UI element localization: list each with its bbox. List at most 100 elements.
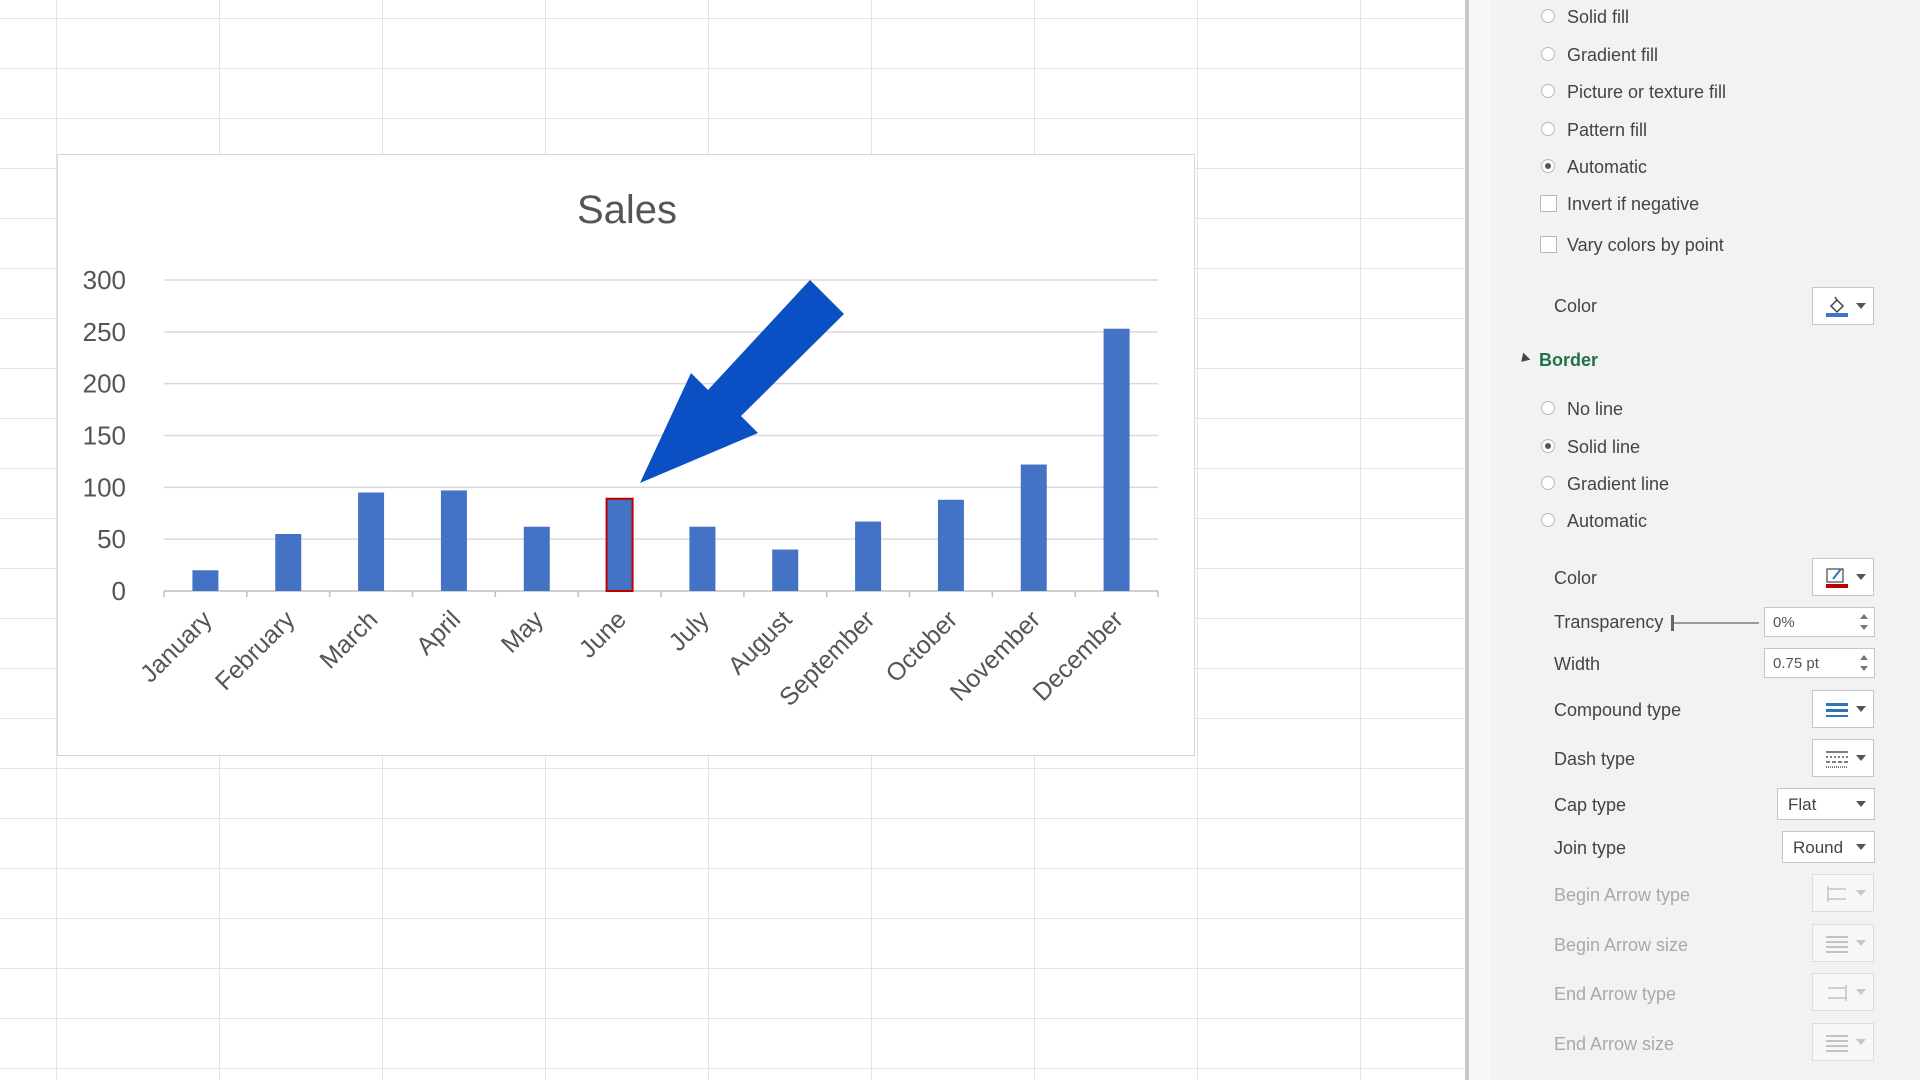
border-section-heading[interactable]: Border bbox=[1539, 350, 1598, 371]
x-tick-label: October bbox=[880, 605, 963, 688]
chevron-down-icon bbox=[1856, 1039, 1866, 1045]
automatic-line-label: Automatic bbox=[1567, 511, 1648, 531]
spin-down-icon[interactable] bbox=[1860, 666, 1868, 671]
paint-bucket-icon bbox=[1826, 296, 1848, 317]
pattern-fill-label: Pattern fill bbox=[1567, 120, 1648, 140]
chevron-down-icon bbox=[1856, 844, 1866, 850]
radio-automatic-fill[interactable] bbox=[1541, 159, 1555, 173]
spin-up-icon[interactable] bbox=[1860, 614, 1868, 619]
bar-april bbox=[440, 490, 467, 591]
width-spinner[interactable]: 0.75 pt bbox=[1764, 648, 1875, 678]
pen-icon bbox=[1826, 568, 1848, 588]
arrow-type-icon bbox=[1827, 886, 1846, 902]
radio-automatic-line[interactable] bbox=[1541, 513, 1555, 527]
chart-canvas: Sales050100150200250300JanuaryFebruary Ma… bbox=[83, 188, 1159, 712]
bar-september bbox=[855, 521, 882, 591]
bar-october bbox=[937, 499, 964, 591]
x-tick-label: June bbox=[574, 605, 632, 663]
gradient-line-label: Gradient line bbox=[1567, 474, 1670, 494]
transparency-slider-thumb[interactable] bbox=[1671, 615, 1674, 631]
border-color-button[interactable] bbox=[1812, 558, 1874, 596]
chart-title: Sales bbox=[577, 188, 677, 232]
fill-color-button[interactable] bbox=[1812, 287, 1874, 325]
x-tick-label: July bbox=[663, 605, 715, 657]
end-arrow-type-label: End Arrow type bbox=[1554, 984, 1677, 1004]
compound-lines-icon bbox=[1826, 703, 1848, 717]
chevron-down-icon bbox=[1856, 940, 1866, 946]
vary-colors-label: Vary colors by point bbox=[1567, 235, 1724, 255]
solid-fill-label: Solid fill bbox=[1567, 7, 1630, 27]
join-type-dropdown[interactable]: Round bbox=[1782, 831, 1875, 863]
no-line-label: No line bbox=[1567, 399, 1624, 419]
gradient-fill-label: Gradient fill bbox=[1567, 45, 1659, 65]
join-type-value: Round bbox=[1793, 838, 1844, 857]
transparency-label: Transparency bbox=[1554, 612, 1664, 632]
radio-no-line[interactable] bbox=[1541, 401, 1555, 415]
chevron-down-icon bbox=[1856, 303, 1866, 309]
y-tick-label: 150 bbox=[83, 421, 126, 451]
compound-type-button[interactable] bbox=[1812, 690, 1874, 728]
x-tick-label: March bbox=[314, 605, 383, 674]
bar-december bbox=[1103, 328, 1130, 591]
radio-gradient-fill[interactable] bbox=[1541, 47, 1555, 61]
chevron-down-icon bbox=[1856, 706, 1866, 712]
end-arrow-size-label: End Arrow size bbox=[1554, 1034, 1675, 1054]
transparency-slider-track[interactable] bbox=[1673, 622, 1759, 624]
collapse-triangle-icon[interactable] bbox=[1517, 352, 1531, 366]
x-tick-label: May bbox=[496, 605, 550, 659]
y-tick-label: 0 bbox=[112, 576, 126, 606]
y-tick-label: 250 bbox=[83, 317, 126, 347]
begin-arrow-size-button bbox=[1812, 924, 1874, 962]
x-tick-label: April bbox=[411, 605, 466, 660]
radio-solid-line[interactable] bbox=[1541, 439, 1555, 453]
chevron-down-icon bbox=[1856, 755, 1866, 761]
end-arrow-type-button bbox=[1812, 973, 1874, 1011]
end-arrow-size-button bbox=[1812, 1023, 1874, 1061]
y-tick-label: 50 bbox=[97, 524, 126, 554]
radio-pattern-fill[interactable] bbox=[1541, 122, 1555, 136]
invert-if-negative-label: Invert if negative bbox=[1567, 194, 1700, 214]
picture-fill-label: Picture or texture fill bbox=[1567, 82, 1727, 102]
sales-chart[interactable]: Sales 0 50 100 150 200 250 300 January February Ma… bbox=[57, 154, 1195, 756]
chevron-down-icon bbox=[1856, 989, 1866, 995]
radio-solid-fill[interactable] bbox=[1541, 9, 1555, 23]
fill-color-label: Color bbox=[1554, 296, 1598, 316]
arrow-type-icon bbox=[1828, 985, 1847, 1001]
x-tick-label: January bbox=[135, 605, 218, 688]
panel-gutter bbox=[1469, 0, 1491, 1080]
bar-june bbox=[605, 497, 634, 592]
transparency-spinner[interactable]: 0% bbox=[1764, 607, 1875, 637]
dash-type-button[interactable] bbox=[1812, 739, 1874, 777]
annotation-arrow bbox=[640, 280, 844, 483]
radio-gradient-line[interactable] bbox=[1541, 476, 1555, 490]
y-tick-label: 200 bbox=[83, 369, 126, 399]
begin-arrow-size-label: Begin Arrow size bbox=[1554, 935, 1689, 955]
spin-down-icon[interactable] bbox=[1860, 625, 1868, 630]
y-tick-label: 100 bbox=[83, 472, 126, 502]
x-tick-label: December bbox=[1027, 605, 1128, 706]
spreadsheet-grid[interactable]: Sales 0 50 100 150 200 250 300 January February Ma… bbox=[0, 0, 1465, 1080]
chevron-down-icon bbox=[1856, 801, 1866, 807]
border-color-label: Color bbox=[1554, 568, 1598, 588]
width-value: 0.75 pt bbox=[1773, 655, 1819, 672]
bar-july bbox=[689, 526, 716, 591]
join-type-label: Join type bbox=[1554, 838, 1627, 858]
invert-if-negative-checkbox[interactable] bbox=[1540, 195, 1557, 212]
spin-up-icon[interactable] bbox=[1860, 655, 1868, 660]
x-tick-label: August bbox=[723, 605, 798, 680]
bar-january bbox=[192, 570, 219, 591]
bar-may bbox=[523, 526, 550, 591]
cap-type-value: Flat bbox=[1788, 795, 1817, 814]
chevron-down-icon bbox=[1856, 574, 1866, 580]
transparency-value: 0% bbox=[1773, 614, 1795, 631]
solid-line-label: Solid line bbox=[1567, 437, 1641, 457]
begin-arrow-type-button bbox=[1812, 874, 1874, 912]
bar-march bbox=[358, 492, 385, 591]
cap-type-dropdown[interactable]: Flat bbox=[1777, 788, 1875, 820]
chevron-down-icon bbox=[1856, 890, 1866, 896]
bar-february bbox=[275, 533, 302, 591]
arrow-size-icon bbox=[1826, 936, 1848, 953]
radio-picture-fill[interactable] bbox=[1541, 84, 1555, 98]
y-tick-label: 300 bbox=[83, 265, 126, 295]
vary-colors-checkbox[interactable] bbox=[1540, 236, 1557, 253]
